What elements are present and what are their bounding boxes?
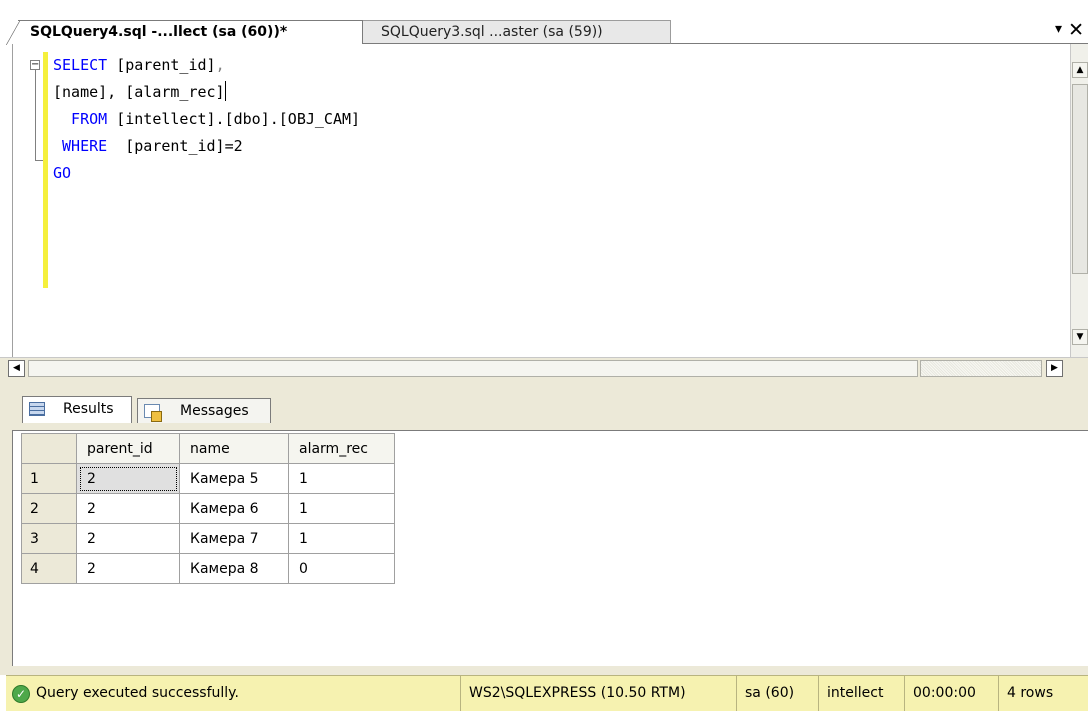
row-number[interactable]: 4 [21,553,77,584]
results-pane: Results Messages parent_id name alarm_re… [0,379,1088,675]
results-grid: parent_id name alarm_rec 1 2 Камера 5 1 … [21,433,395,584]
outline-guide [35,70,36,160]
tab-results-label: Results [63,401,114,417]
status-database: intellect [818,676,883,711]
scroll-track[interactable] [920,360,1042,377]
code-text-segment: [name], [alarm_rec] [53,83,225,101]
code-line: [name], [alarm_rec] [53,79,360,106]
code-text-segment: [parent_id]=2 [107,137,243,155]
column-header-parent-id[interactable]: parent_id [76,433,180,464]
scroll-thumb[interactable] [28,360,918,377]
status-user: sa (60) [736,676,794,711]
table-row: 2 2 Камера 6 1 [21,493,395,524]
grid-cell[interactable]: Камера 6 [179,493,289,524]
grid-cell[interactable]: Камера 8 [179,553,289,584]
code-text-segment: [parent_id] [107,56,216,74]
tab-controls: ▾ ✕ [1028,19,1088,44]
column-header-alarm-rec[interactable]: alarm_rec [288,433,395,464]
results-grid-panel: parent_id name alarm_rec 1 2 Камера 5 1 … [12,430,1088,666]
chevron-down-icon[interactable]: ▾ [1055,21,1062,37]
tab-results[interactable]: Results [22,396,132,423]
scroll-up-arrow-icon[interactable]: ▲ [1072,62,1088,78]
collapse-outline-icon[interactable]: − [30,60,40,70]
row-number[interactable]: 3 [21,523,77,554]
sql-keyword: FROM [53,110,108,128]
grid-cell[interactable]: 2 [76,553,180,584]
close-icon[interactable]: ✕ [1068,19,1084,41]
scroll-thumb[interactable] [1072,84,1088,274]
grid-cell[interactable]: 2 [76,463,180,494]
code-text[interactable]: SELECT [parent_id], [name], [alarm_rec] F… [53,52,360,187]
sql-keyword: WHERE [53,137,108,155]
document-tab-strip: SQLQuery4.sql -...llect (sa (60))* SQLQu… [0,0,1088,45]
column-header-name[interactable]: name [179,433,289,464]
row-number[interactable]: 2 [21,493,77,524]
text-caret [224,81,226,101]
grid-cell[interactable]: Камера 7 [179,523,289,554]
grid-cell[interactable]: Камера 5 [179,463,289,494]
messages-icon [144,404,162,422]
grid-cell[interactable]: 1 [288,463,395,494]
grid-cell[interactable]: 0 [288,553,395,584]
status-server: WS2\SQLEXPRESS (10.50 RTM) [460,676,686,711]
sql-keyword: GO [53,164,72,182]
table-row: 1 2 Камера 5 1 [21,463,395,494]
status-bar: ✓ Query executed successfully. WS2\SQLEX… [6,675,1088,711]
grid-header-row: parent_id name alarm_rec [21,433,395,464]
code-line: FROM [intellect].[dbo].[OBJ_CAM] [53,106,360,133]
scroll-right-arrow-icon[interactable]: ▶ [1046,360,1063,377]
status-row-count: 4 rows [998,676,1053,711]
table-row: 3 2 Камера 7 1 [21,523,395,554]
status-elapsed-time: 00:00:00 [904,676,976,711]
tab-messages-label: Messages [180,403,249,419]
grid-cell[interactable]: 1 [288,523,395,554]
change-marker-bar [43,52,48,288]
sql-keyword: SELECT [53,56,108,74]
code-line: WHERE [parent_id]=2 [53,133,360,160]
code-line: SELECT [parent_id], [53,52,360,79]
status-message: Query executed successfully. [36,685,239,701]
scroll-down-arrow-icon[interactable]: ▼ [1072,329,1088,345]
grid-corner[interactable] [21,433,77,464]
grid-cell[interactable]: 1 [288,493,395,524]
code-text-segment: [intellect].[dbo].[OBJ_CAM] [107,110,361,128]
tab-sqlquery4[interactable]: SQLQuery4.sql -...llect (sa (60))* [6,20,363,45]
grid-icon [29,402,45,416]
editor-vertical-scrollbar[interactable]: ▲ ▼ [1070,44,1088,357]
code-separator: , [215,56,225,74]
success-check-icon: ✓ [12,685,30,703]
code-line: GO [53,160,360,187]
query-editor[interactable]: − SELECT [parent_id], [name], [alarm_rec]… [12,44,1070,357]
grid-cell[interactable]: 2 [76,523,180,554]
row-number[interactable]: 1 [21,463,77,494]
scroll-left-arrow-icon[interactable]: ◀ [8,360,25,377]
table-row: 4 2 Камера 8 0 [21,553,395,584]
grid-cell[interactable]: 2 [76,493,180,524]
tab-messages[interactable]: Messages [137,398,271,423]
tab-sqlquery3[interactable]: SQLQuery3.sql ...aster (sa (59)) [363,20,671,44]
outline-guide-end [35,160,43,161]
editor-horizontal-scrollbar[interactable]: ◀ ▶ [0,357,1088,379]
